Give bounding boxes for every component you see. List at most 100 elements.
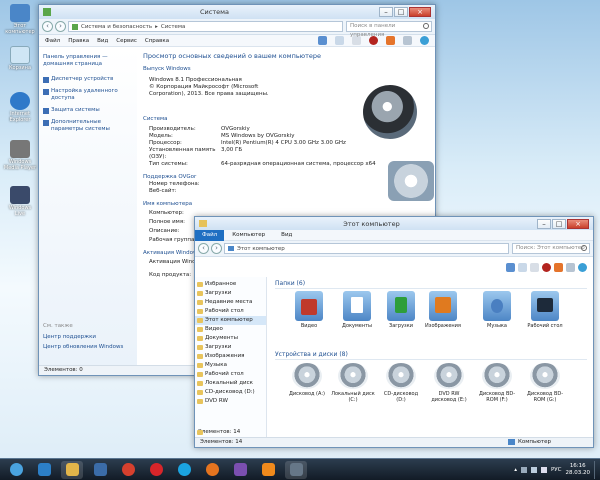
address-bar[interactable]: Система и безопасность ▸ Система: [68, 21, 343, 32]
folder-music[interactable]: Музыка: [477, 291, 517, 329]
sidebar-link-devices[interactable]: Диспетчер устройств: [43, 76, 133, 83]
taskbar-explorer[interactable]: [61, 460, 83, 479]
taskbar-save[interactable]: [89, 461, 111, 479]
cut-icon[interactable]: [506, 263, 515, 272]
check-icon[interactable]: [386, 36, 395, 45]
sidebar-link-advanced[interactable]: Дополнительные параметры системы: [43, 119, 133, 133]
taskbar-opera[interactable]: [145, 461, 167, 479]
taskbar-control-panel[interactable]: [285, 460, 307, 479]
drive-d[interactable]: CD-дисковод (D:): [379, 363, 423, 403]
sidebar-link-remote[interactable]: Настройка удаленного доступа: [43, 88, 133, 102]
back-button[interactable]: ‹: [42, 21, 53, 32]
nav-desktop[interactable]: Рабочий стол: [195, 307, 266, 316]
breadcrumb-2[interactable]: Система: [161, 24, 186, 30]
menu-view[interactable]: Вид: [97, 38, 108, 44]
sidebar-link-protection[interactable]: Защита системы: [43, 107, 133, 114]
internet-explorer-icon: [10, 92, 30, 110]
drive-c[interactable]: Локальный диск (C:): [331, 363, 375, 403]
properties-icon[interactable]: [566, 263, 575, 272]
desktop-icon-ie[interactable]: Internet Explorer: [3, 92, 37, 123]
minimize-button[interactable]: –: [379, 7, 393, 17]
copy-icon[interactable]: [335, 36, 344, 45]
tab-view[interactable]: Вид: [273, 232, 300, 238]
check-icon[interactable]: [554, 263, 563, 272]
drive-a[interactable]: Дисковод (A:): [285, 363, 329, 397]
forward-button[interactable]: ›: [211, 243, 222, 254]
clock-time: 16:16: [569, 462, 586, 469]
taskbar-skype[interactable]: [173, 461, 195, 479]
flag-icon[interactable]: [520, 466, 527, 473]
explorer-search-input[interactable]: Поиск: Этот компьютер: [512, 243, 590, 254]
drive-g[interactable]: Дисковод BD-ROM (G:): [523, 363, 567, 403]
start-button[interactable]: [5, 461, 27, 479]
taskbar-visual-studio[interactable]: [229, 461, 251, 479]
menu-tools[interactable]: Сервис: [116, 38, 137, 44]
tab-file[interactable]: Файл: [195, 229, 225, 241]
nav-music[interactable]: Музыка: [195, 361, 266, 370]
explorer-titlebar[interactable]: Этот компьютер – □ ×: [195, 217, 593, 230]
paste-icon[interactable]: [530, 263, 539, 272]
nav-dvd[interactable]: DVD RW: [195, 397, 266, 406]
menu-file[interactable]: Файл: [45, 38, 60, 44]
menu-edit[interactable]: Правка: [68, 38, 89, 44]
copy-icon[interactable]: [518, 263, 527, 272]
close-button[interactable]: ×: [567, 218, 589, 229]
folder-pictures[interactable]: Изображения: [423, 291, 463, 329]
row-processor: Процессор: Intel(R) Pentium(R) 4 CPU 3.00…: [149, 140, 346, 146]
clock[interactable]: 16:16 28.03.20: [566, 463, 591, 477]
properties-icon[interactable]: [403, 36, 412, 45]
forward-button[interactable]: ›: [55, 21, 66, 32]
nav-cd-drive[interactable]: CD-дисковод (D:): [195, 388, 266, 397]
tab-computer[interactable]: Компьютер: [224, 232, 273, 238]
maximize-button[interactable]: □: [394, 7, 408, 17]
breadcrumb-1[interactable]: Система и безопасность: [81, 24, 152, 30]
up-arrow-icon[interactable]: ▴: [514, 467, 517, 473]
nav-documents[interactable]: Документы: [195, 334, 266, 343]
folder-videos[interactable]: Видео: [289, 291, 329, 329]
desktop-icon-computer[interactable]: Этот компьютер: [3, 4, 37, 35]
folder-documents[interactable]: Документы: [337, 291, 377, 329]
nav-downloads-2[interactable]: Загрузки: [195, 343, 266, 352]
show-desktop-button[interactable]: [594, 460, 598, 479]
see-also-support[interactable]: Центр поддержки: [43, 334, 96, 341]
close-button[interactable]: ×: [409, 7, 431, 17]
nav-pictures[interactable]: Изображения: [195, 352, 266, 361]
taskbar-chrome[interactable]: [117, 461, 139, 479]
explorer-address-bar[interactable]: Этот компьютер: [224, 243, 509, 254]
folder-downloads[interactable]: Загрузки: [381, 291, 421, 329]
system-titlebar[interactable]: Система – □ ×: [39, 5, 435, 19]
taskbar-windows8[interactable]: [33, 461, 55, 479]
nav-this-pc[interactable]: Этот компьютер: [195, 316, 266, 325]
cut-icon[interactable]: [318, 36, 327, 45]
nav-downloads[interactable]: Загрузки: [195, 289, 266, 298]
desktop-icon-live[interactable]: Windows Live: [3, 186, 37, 217]
nav-recent[interactable]: Недавние места: [195, 298, 266, 307]
sidebar-home-link[interactable]: Панель управления — домашняя страница: [43, 54, 133, 68]
drive-e[interactable]: DVD RW дисковод (E:): [427, 363, 471, 403]
desktop-icon-recycle[interactable]: Корзина: [3, 46, 37, 71]
folder-desktop[interactable]: Рабочий стол: [525, 291, 565, 329]
vlc-icon: [261, 463, 275, 476]
menu-help[interactable]: Справка: [145, 38, 169, 44]
taskbar: ▴ РУС 16:16 28.03.20: [0, 458, 600, 480]
nav-videos[interactable]: Видео: [195, 325, 266, 334]
desktop-icon-wmp[interactable]: Windows Media Player: [3, 140, 37, 171]
visual-studio-icon: [233, 463, 247, 476]
network-icon[interactable]: [530, 466, 537, 473]
nav-local-disk[interactable]: Локальный диск: [195, 379, 266, 388]
maximize-button[interactable]: □: [552, 218, 566, 229]
minimize-button[interactable]: –: [537, 218, 551, 229]
back-button[interactable]: ‹: [198, 243, 209, 254]
taskbar-firefox[interactable]: [201, 461, 223, 479]
drive-f[interactable]: Дисковод BD-ROM (F:): [475, 363, 519, 403]
search-input[interactable]: Поиск в панели управления: [346, 21, 432, 38]
see-also-update[interactable]: Центр обновления Windows: [43, 344, 123, 351]
record-icon[interactable]: [542, 263, 551, 272]
language-indicator[interactable]: РУС: [551, 467, 562, 473]
globe-icon[interactable]: [578, 263, 587, 272]
nav-favorites[interactable]: Избранное: [195, 280, 266, 289]
taskbar-vlc[interactable]: [257, 461, 279, 479]
volume-icon[interactable]: [540, 466, 547, 473]
globe-icon[interactable]: [420, 36, 429, 45]
nav-desktop-2[interactable]: Рабочий стол: [195, 370, 266, 379]
